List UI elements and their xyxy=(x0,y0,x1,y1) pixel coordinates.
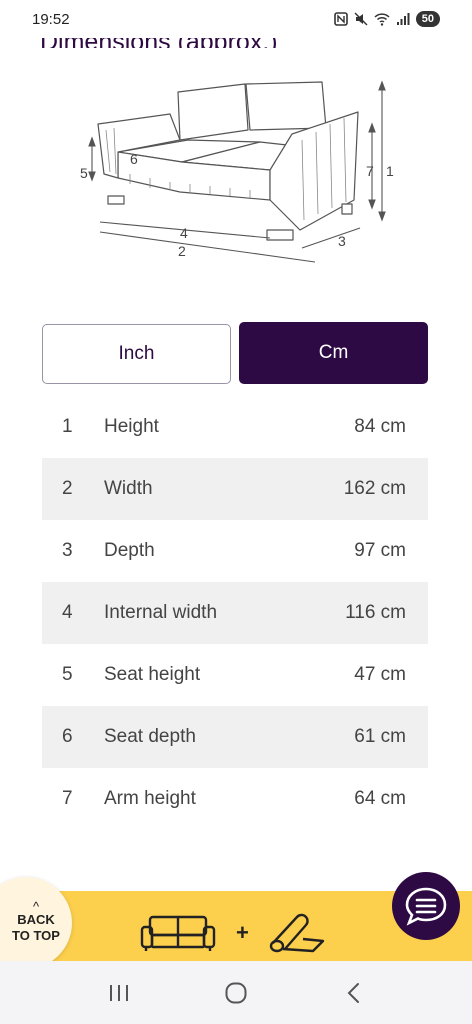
unit-toggle: Inch Cm xyxy=(42,322,428,384)
battery-indicator: 50 xyxy=(415,11,440,27)
table-row: 5 Seat height 47 cm xyxy=(42,644,428,706)
nfc-icon xyxy=(333,12,348,26)
system-nav-bar xyxy=(0,961,472,1024)
table-row: 7 Arm height 64 cm xyxy=(42,768,428,830)
sofa-icon xyxy=(140,915,216,951)
row-label: Height xyxy=(104,416,159,437)
recent-apps-button[interactable] xyxy=(99,973,139,1013)
row-value: 64 cm xyxy=(354,788,406,809)
back-button[interactable] xyxy=(333,973,373,1013)
diagram-label-1: 1 xyxy=(386,163,394,179)
row-number: 7 xyxy=(62,788,73,809)
back-to-top-line1: BACK xyxy=(17,912,55,927)
row-value: 84 cm xyxy=(354,416,406,437)
row-value: 61 cm xyxy=(354,726,406,747)
diagram-label-3: 3 xyxy=(338,233,346,249)
row-label: Depth xyxy=(104,540,155,561)
carpet-roll-icon xyxy=(269,913,325,953)
chat-bubble-icon xyxy=(405,887,447,926)
row-number: 1 xyxy=(62,416,73,437)
cm-button[interactable]: Cm xyxy=(239,322,428,384)
diagram-label-2: 2 xyxy=(178,243,186,259)
signal-icon xyxy=(396,13,410,25)
status-icons: 50 xyxy=(333,11,440,27)
row-number: 3 xyxy=(62,540,73,561)
home-button[interactable] xyxy=(216,973,256,1013)
row-number: 6 xyxy=(62,726,73,747)
promo-icons: + xyxy=(140,908,330,958)
row-label: Width xyxy=(104,478,153,499)
row-value: 162 cm xyxy=(343,478,406,499)
row-value: 47 cm xyxy=(354,664,406,685)
status-bar: 19:52 50 xyxy=(0,0,472,38)
row-number: 4 xyxy=(62,602,73,623)
chat-button[interactable] xyxy=(392,872,460,940)
wifi-icon xyxy=(374,13,390,26)
row-value: 116 cm xyxy=(345,602,406,623)
dimensions-table: 1 Height 84 cm 2 Width 162 cm 3 Depth 97… xyxy=(42,396,428,830)
table-row: 2 Width 162 cm xyxy=(42,458,428,520)
back-icon xyxy=(347,982,360,1003)
row-label: Seat height xyxy=(104,664,201,685)
table-row: 6 Seat depth 61 cm xyxy=(42,706,428,768)
row-label: Arm height xyxy=(104,788,196,809)
diagram-label-7: 7 xyxy=(366,163,374,179)
table-row: 4 Internal width 116 cm xyxy=(42,582,428,644)
plus-sign: + xyxy=(236,920,249,945)
row-label: Seat depth xyxy=(104,726,196,747)
diagram-label-6: 6 xyxy=(130,151,138,167)
inch-button[interactable]: Inch xyxy=(42,324,231,384)
status-time: 19:52 xyxy=(32,10,70,28)
row-number: 5 xyxy=(62,664,73,685)
home-icon xyxy=(225,982,247,1003)
diagram-label-5: 5 xyxy=(80,165,88,181)
row-number: 2 xyxy=(62,478,73,499)
table-row: 1 Height 84 cm xyxy=(42,396,428,458)
diagram-label-4: 4 xyxy=(180,225,188,241)
recent-apps-icon xyxy=(109,984,128,1001)
row-value: 97 cm xyxy=(354,540,406,561)
chevron-up-icon: ^ xyxy=(32,899,40,914)
row-label: Internal width xyxy=(104,602,218,623)
back-to-top-line2: TO TOP xyxy=(12,928,60,943)
mute-icon xyxy=(354,12,368,26)
sofa-dimension-diagram: 1 2 3 4 5 6 7 xyxy=(80,80,394,263)
table-row: 3 Depth 97 cm xyxy=(42,520,428,582)
